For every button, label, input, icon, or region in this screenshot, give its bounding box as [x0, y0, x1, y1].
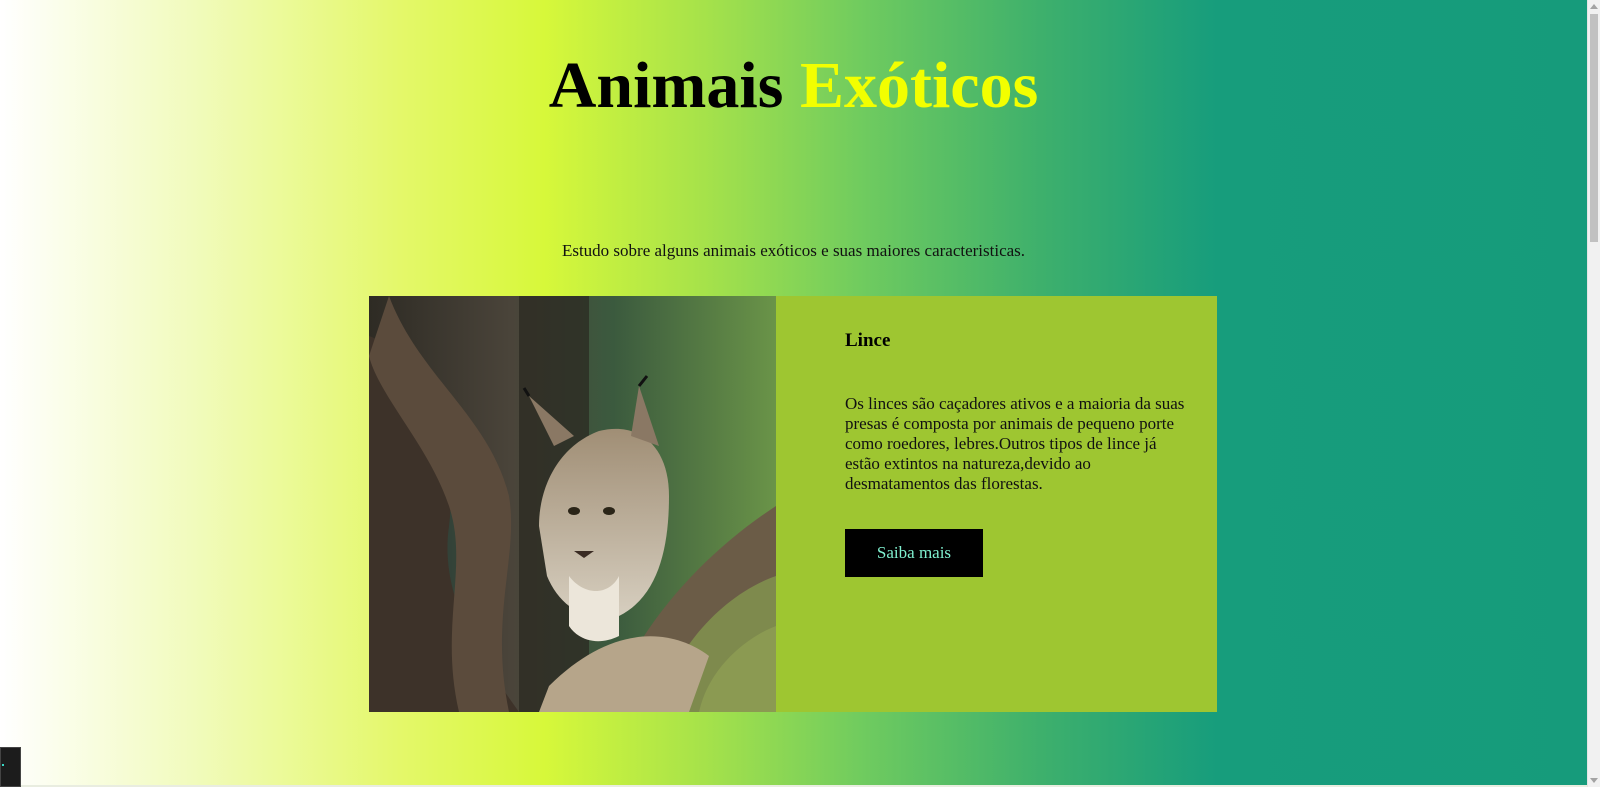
- corner-widget[interactable]: [0, 747, 21, 787]
- page: Animais Exóticos Estudo sobre alguns ani…: [0, 0, 1587, 787]
- card-content: Lince Os linces são caçadores ativos e a…: [776, 296, 1217, 712]
- lynx-photo-illustration: [369, 296, 776, 712]
- vertical-scrollbar[interactable]: [1587, 0, 1600, 787]
- learn-more-button[interactable]: Saiba mais: [845, 529, 983, 577]
- page-title-main: Animais: [548, 49, 784, 122]
- animal-card: Lince Os linces são caçadores ativos e a…: [369, 296, 1217, 712]
- card-description: Os linces são caçadores ativos e a maior…: [845, 394, 1185, 493]
- page-subtitle: Estudo sobre alguns animais exóticos e s…: [561, 241, 1026, 260]
- scroll-down-icon[interactable]: [1590, 778, 1598, 783]
- corner-dot-icon: [2, 764, 4, 766]
- scrollbar-thumb[interactable]: [1590, 14, 1598, 242]
- page-title: Animais Exóticos: [0, 46, 1587, 126]
- scroll-up-icon[interactable]: [1590, 4, 1598, 9]
- lynx-photo: [369, 296, 776, 712]
- card-title: Lince: [845, 330, 891, 351]
- page-title-accent: Exóticos: [799, 49, 1039, 122]
